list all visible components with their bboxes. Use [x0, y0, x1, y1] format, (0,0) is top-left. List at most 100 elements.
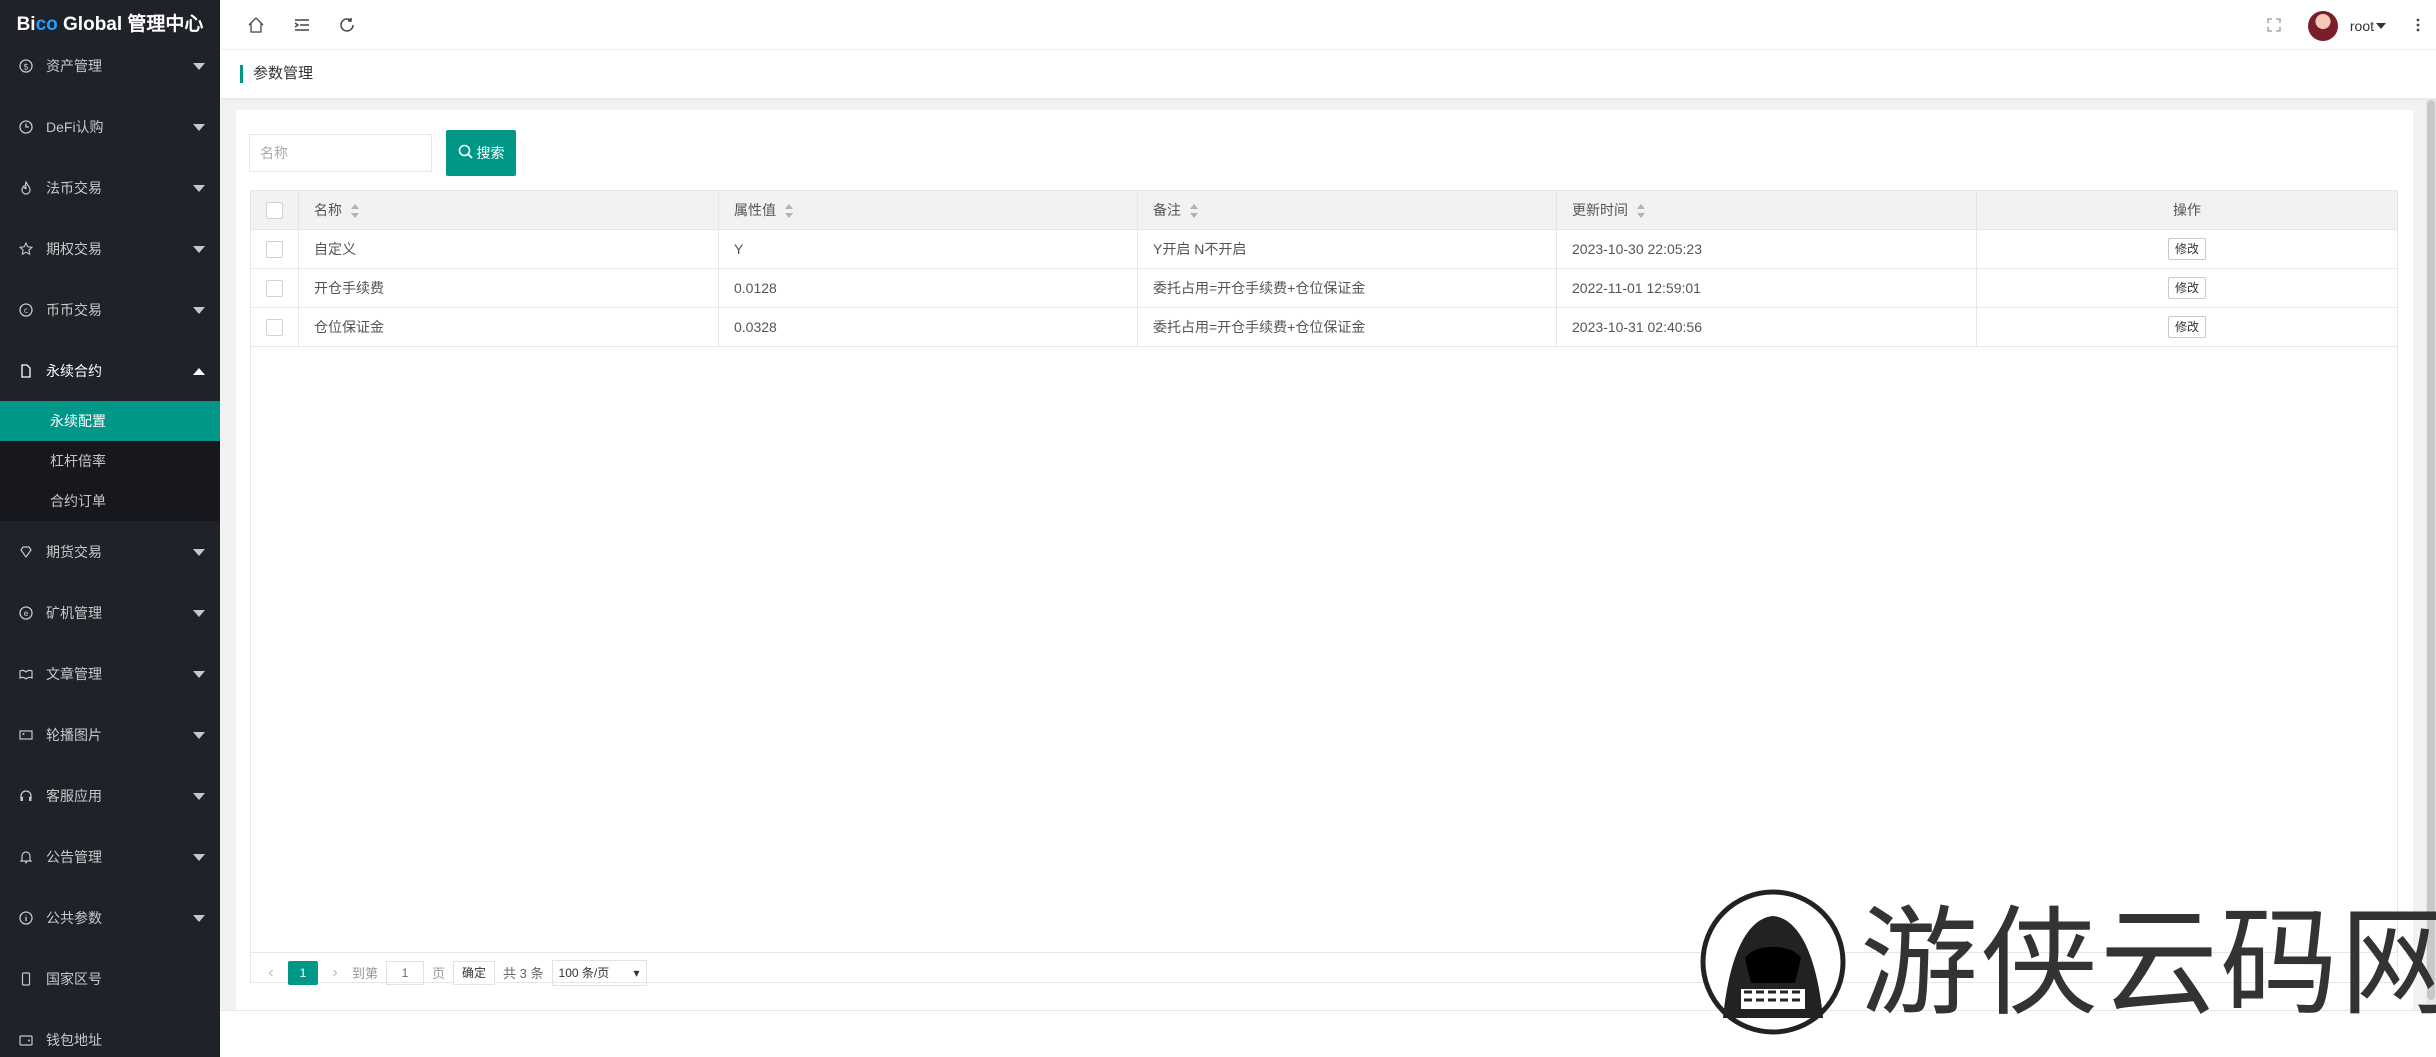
sidebar-item-label: 公共参数	[46, 909, 102, 926]
page-size-value: 100 条/页	[558, 966, 610, 980]
row-checkbox[interactable]	[266, 240, 283, 258]
column-header-time[interactable]: 更新时间	[1556, 190, 1977, 230]
read-icon	[18, 666, 34, 682]
svg-text:$: $	[23, 62, 29, 72]
column-header-name[interactable]: 名称	[298, 190, 719, 230]
column-header-action: 操作	[1976, 190, 2398, 230]
sidebar-item-label: 轮播图片	[46, 726, 102, 743]
watermark-text: 游侠云码网	[1860, 894, 2436, 1032]
page-label: 页	[432, 966, 446, 981]
current-page[interactable]: 1	[288, 960, 318, 985]
cell-time: 2022-11-01 12:59:01	[1556, 268, 1977, 308]
sort-icon[interactable]	[350, 204, 360, 219]
submenu-item-contract-orders[interactable]: 合约订单	[0, 481, 220, 521]
wallet-icon	[18, 1032, 34, 1048]
sidebar-item-miners[interactable]: e 矿机管理	[0, 582, 220, 643]
top-header: root	[220, 0, 2436, 50]
cell-note: Y开启 N不开启	[1137, 229, 1557, 269]
search-input[interactable]	[249, 134, 432, 172]
sort-icon[interactable]	[1636, 204, 1646, 219]
sidebar-item-futures[interactable]: 期货交易	[0, 521, 220, 582]
sidebar-item-perpetual[interactable]: 永续合约	[0, 340, 220, 401]
chevron-down-icon: ▾	[633, 965, 640, 980]
info-icon	[18, 910, 34, 926]
sidebar-item-country-codes[interactable]: 国家区号	[0, 948, 220, 1009]
sidebar-item-spot[interactable]: c 币币交易	[0, 279, 220, 340]
chevron-down-icon	[193, 670, 205, 678]
search-button[interactable]: 搜索	[446, 130, 516, 176]
app-logo[interactable]: Bico Global 管理中心	[0, 0, 220, 50]
row-checkbox[interactable]	[266, 279, 283, 297]
cell-action: 修改	[1976, 229, 2398, 269]
star-icon	[18, 241, 34, 257]
table-row: 仓位保证金 0.0328 委托占用=开仓手续费+仓位保证金 2023-10-31…	[250, 307, 2398, 347]
select-all-checkbox[interactable]	[266, 201, 283, 219]
chevron-down-icon	[193, 548, 205, 556]
chevron-down-icon	[193, 792, 205, 800]
table-row: 开仓手续费 0.0128 委托占用=开仓手续费+仓位保证金 2022-11-01…	[250, 268, 2398, 308]
sidebar-item-label: 期货交易	[46, 543, 102, 560]
sidebar-item-defi[interactable]: DeFi认购	[0, 96, 220, 157]
chevron-down-icon	[193, 306, 205, 314]
refresh-icon[interactable]	[335, 13, 359, 37]
submenu-item-leverage[interactable]: 杠杆倍率	[0, 441, 220, 481]
sidebar-item-options[interactable]: 期权交易	[0, 218, 220, 279]
sidebar-item-notices[interactable]: 公告管理	[0, 826, 220, 887]
prev-page-icon[interactable]: ‹	[262, 964, 280, 982]
svg-text:e: e	[24, 609, 29, 618]
sort-icon[interactable]	[784, 204, 794, 219]
edit-button[interactable]: 修改	[2167, 316, 2206, 338]
sidebar-item-support[interactable]: 客服应用	[0, 765, 220, 826]
column-label: 名称	[314, 202, 342, 218]
more-vertical-icon[interactable]	[2406, 13, 2430, 37]
menu-toggle-icon[interactable]	[290, 13, 314, 37]
column-label: 操作	[2173, 202, 2201, 218]
tab-bar: 参数管理	[220, 50, 2436, 98]
sidebar-item-fiat[interactable]: 法币交易	[0, 157, 220, 218]
sidebar-item-label: 客服应用	[46, 787, 102, 804]
sort-icon[interactable]	[1189, 204, 1199, 219]
chevron-down-icon	[193, 123, 205, 131]
column-header-note[interactable]: 备注	[1137, 190, 1557, 230]
row-select-cell	[250, 229, 299, 269]
next-page-icon[interactable]: ›	[326, 964, 344, 982]
ether-icon: e	[18, 605, 34, 621]
chevron-down-icon	[193, 62, 205, 70]
goto-page-input[interactable]: 1	[386, 960, 425, 985]
goto-confirm-button[interactable]: 确定	[453, 960, 496, 985]
scrollbar-thumb[interactable]	[2427, 100, 2435, 1000]
row-checkbox[interactable]	[266, 318, 283, 336]
column-header-value[interactable]: 属性值	[718, 190, 1138, 230]
sidebar-menu: $ 资产管理 DeFi认购 法币交易 期权交易 c 币币交易 永续合约 永续配置…	[0, 35, 220, 1057]
sidebar-item-label: DeFi认购	[46, 118, 104, 135]
user-menu[interactable]: root	[2307, 11, 2386, 41]
scrollbar[interactable]	[2426, 98, 2436, 1010]
fire-icon	[18, 180, 34, 196]
column-label: 更新时间	[1572, 202, 1628, 218]
sidebar-item-label: 公告管理	[46, 848, 102, 865]
dollar-icon: $	[18, 58, 34, 74]
sidebar-item-label: 文章管理	[46, 665, 102, 682]
sidebar-item-label: 钱包地址	[46, 1031, 102, 1048]
cell-action: 修改	[1976, 268, 2398, 308]
cell-name: 开仓手续费	[298, 268, 719, 308]
sidebar-item-banners[interactable]: 轮播图片	[0, 704, 220, 765]
logo-text-pre: Bi	[16, 14, 36, 35]
sidebar-item-label: 期权交易	[46, 240, 102, 257]
fullscreen-icon[interactable]	[2262, 13, 2286, 37]
submenu-item-perpetual-config[interactable]: 永续配置	[0, 401, 220, 441]
chevron-down-icon	[193, 731, 205, 739]
sidebar-item-label: 币币交易	[46, 301, 102, 318]
page-size-select[interactable]: 100 条/页 ▾	[551, 959, 647, 986]
edit-button[interactable]: 修改	[2167, 277, 2206, 299]
clock-icon	[18, 119, 34, 135]
sidebar-item-articles[interactable]: 文章管理	[0, 643, 220, 704]
home-icon[interactable]	[244, 13, 268, 37]
chevron-down-icon	[193, 914, 205, 922]
sidebar-item-wallets[interactable]: 钱包地址	[0, 1009, 220, 1057]
bell-icon	[18, 849, 34, 865]
logo-text-post: Global 管理中心	[57, 14, 204, 35]
sidebar-item-public-params[interactable]: 公共参数	[0, 887, 220, 948]
edit-button[interactable]: 修改	[2167, 238, 2206, 260]
cell-value: 0.0328	[718, 307, 1138, 347]
